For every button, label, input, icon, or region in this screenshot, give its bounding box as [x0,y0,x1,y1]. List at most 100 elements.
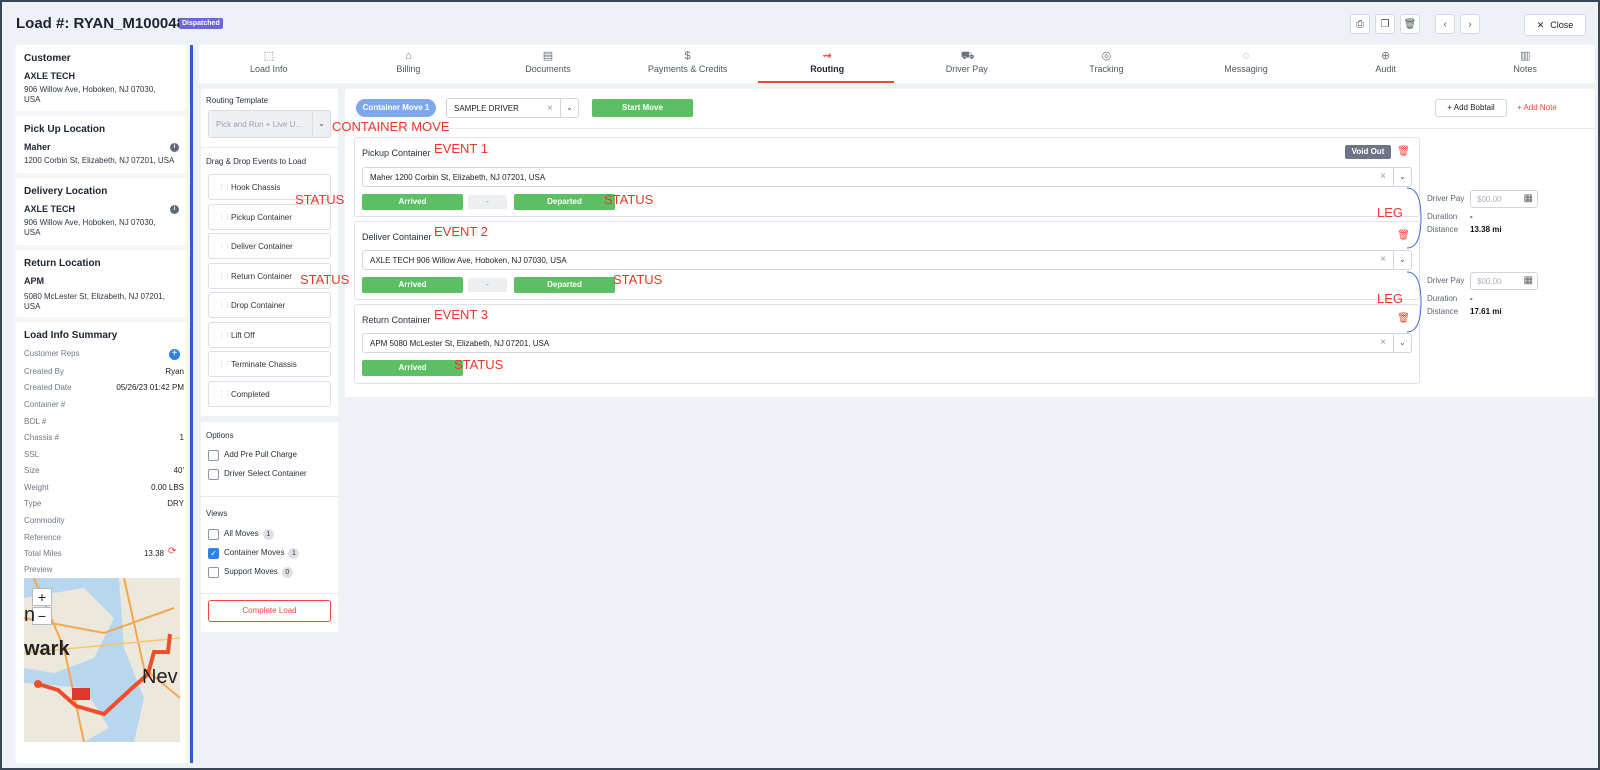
add-note-label: Add Note [1523,103,1557,112]
drag-handle-icon[interactable]: ⋮⋮ [218,272,231,280]
status-separator: - [468,195,507,209]
summary-row: Chassis # 1 [24,433,184,442]
clear-icon[interactable]: × [1380,254,1386,265]
driver-pay-input[interactable]: $00.00 ▦ [1470,190,1538,208]
distance-label: Distance [1427,307,1459,316]
tab-documents[interactable]: ▤ Documents [478,45,618,83]
void-out-button[interactable]: Void Out [1345,145,1391,159]
tab-payments-credits[interactable]: $ Payments & Credits [618,45,758,83]
arrived-button[interactable]: Arrived [362,194,463,210]
view-option: Support Moves 0 [224,567,293,578]
event-address-select[interactable]: Maher 1200 Corbin St, Elizabeth, NJ 0720… [362,167,1412,187]
summary-row: Commodity [24,516,184,525]
summary-row: Reference [24,533,184,542]
panel-scrollbar[interactable] [190,45,193,763]
load-title: Load #: RYAN_M100048 [16,15,185,32]
drag-handle-icon[interactable]: ⋮⋮ [218,390,231,398]
add-bobtail-button[interactable]: + Add Bobtail [1435,99,1507,117]
tab-tracking[interactable]: ◎ Tracking [1037,45,1177,83]
drag-handle-icon[interactable]: ⋮⋮ [218,331,231,339]
draggable-event-item[interactable]: ⋮⋮ Deliver Container [208,233,331,259]
next-load-button[interactable]: › [1460,14,1480,34]
leg-info: Driver Pay $00.00 ▦ Duration - Distance 17… [1427,272,1587,322]
clear-icon[interactable]: × [1380,171,1386,182]
refresh-icon[interactable]: ⟳ [168,546,176,557]
view-checkbox[interactable] [208,567,219,578]
driver-select-checkbox[interactable] [208,469,219,480]
event-card: Return Container 🗑 APM 5080 McLester St,… [354,304,1420,384]
tab-billing[interactable]: ⌂ Billing [339,45,479,83]
driver-select[interactable]: SAMPLE DRIVER × ⌄ [446,98,579,118]
driver-pay-icon: ⛟ [960,50,975,62]
drag-handle-icon[interactable]: ⋮⋮ [218,242,231,250]
customer-name: AXLE TECH [24,71,76,81]
routing-template-select[interactable]: Pick and Run + Live U... ⌄ [208,110,331,138]
count-badge: 1 [288,548,300,559]
summary-value: Ryan [165,367,184,376]
delete-load-icon[interactable]: 🗑 [1400,14,1420,34]
tab-routing[interactable]: ⇝ Routing [757,45,897,83]
draggable-event-item[interactable]: ⋮⋮ Terminate Chassis [208,351,331,377]
add-rep-icon[interactable]: + [169,349,180,360]
annotation-event-1: EVENT 1 [434,141,488,156]
start-move-button[interactable]: Start Move [592,99,693,117]
copy-icon[interactable]: ❐ [1375,14,1395,34]
arrived-button[interactable]: Arrived [362,277,463,293]
summary-label: Type [24,499,42,508]
tab-label: Tracking [1089,64,1124,74]
tab-messaging[interactable]: ◌ Messaging [1176,45,1316,83]
annotation-status: STATUS [300,272,350,287]
drag-handle-icon[interactable]: ⋮⋮ [218,360,231,368]
event-address-select[interactable]: AXLE TECH 906 Willow Ave, Hoboken, NJ 07… [362,250,1412,270]
print-icon[interactable]: ⎙ [1350,14,1370,34]
close-button[interactable]: ✕ Close [1524,14,1586,36]
calculator-icon[interactable]: ▦ [1524,275,1533,286]
drag-handle-icon[interactable]: ⋮⋮ [218,183,231,191]
count-badge: 0 [281,567,293,578]
tab-driver-pay[interactable]: ⛟ Driver Pay [897,45,1037,83]
departed-button[interactable]: Departed [514,277,615,293]
tab-load-info[interactable]: ⬚ Load Info [199,45,339,83]
info-icon[interactable]: i [170,205,179,214]
driver-value: SAMPLE DRIVER [454,104,519,113]
view-label: All Moves [224,529,259,538]
delivery-card: Delivery Location AXLE TECH i 906 Willow… [16,178,187,245]
draggable-event-item[interactable]: ⋮⋮ Pickup Container [208,203,331,230]
payments-icon: $ [684,50,691,62]
distance-label: Distance [1427,225,1459,234]
tab-audit[interactable]: ⊕ Audit [1316,45,1456,83]
complete-load-button[interactable]: Complete Load [208,600,331,622]
view-checkbox[interactable] [208,529,219,540]
drag-handle-icon[interactable]: ⋮⋮ [218,213,231,221]
annotation-event-3: EVENT 3 [434,307,488,322]
draggable-event-item[interactable]: ⋮⋮ Lift Off [208,321,331,348]
draggable-event-item[interactable]: ⋮⋮ Drop Container [208,292,331,318]
prev-load-button[interactable]: ‹ [1435,14,1455,34]
options-card: Options Add Pre Pull Charge Driver Selec… [201,422,338,632]
container-move-pill[interactable]: Container Move 1 [356,99,436,117]
calculator-icon[interactable]: ▦ [1524,193,1533,204]
tab-notes[interactable]: ▥ Notes [1455,45,1595,83]
annotation-status: STATUS [604,192,654,207]
pre-pull-checkbox[interactable] [208,450,219,461]
notes-icon: ▥ [1519,50,1531,62]
clear-icon[interactable]: × [547,103,553,114]
dnd-label: Drag & Drop Events to Load [206,157,307,166]
draggable-event-item[interactable]: ⋮⋮ Completed [208,380,331,407]
trash-icon[interactable]: 🗑 [1397,146,1410,157]
drag-handle-icon[interactable]: ⋮⋮ [218,301,231,309]
event-address-select[interactable]: APM 5080 McLester St, Elizabeth, NJ 0720… [362,333,1412,353]
clear-icon[interactable]: × [1380,337,1386,348]
map-label: Nev [142,666,178,688]
return-card: Return Location APM 5080 McLester St, El… [16,250,187,317]
summary-label: SSL [24,450,40,459]
route-map[interactable]: + − wark Nev n [24,578,180,742]
info-icon[interactable]: i [170,143,179,152]
duration-value: - [1470,294,1473,303]
arrived-button[interactable]: Arrived [362,360,463,376]
add-note-button[interactable]: + Add Note [1517,99,1577,117]
departed-button[interactable]: Departed [514,194,615,210]
duration-row: Duration - [1427,294,1473,303]
view-checkbox[interactable]: ✓ [208,548,219,559]
driver-pay-input[interactable]: $00.00 ▦ [1470,272,1538,290]
